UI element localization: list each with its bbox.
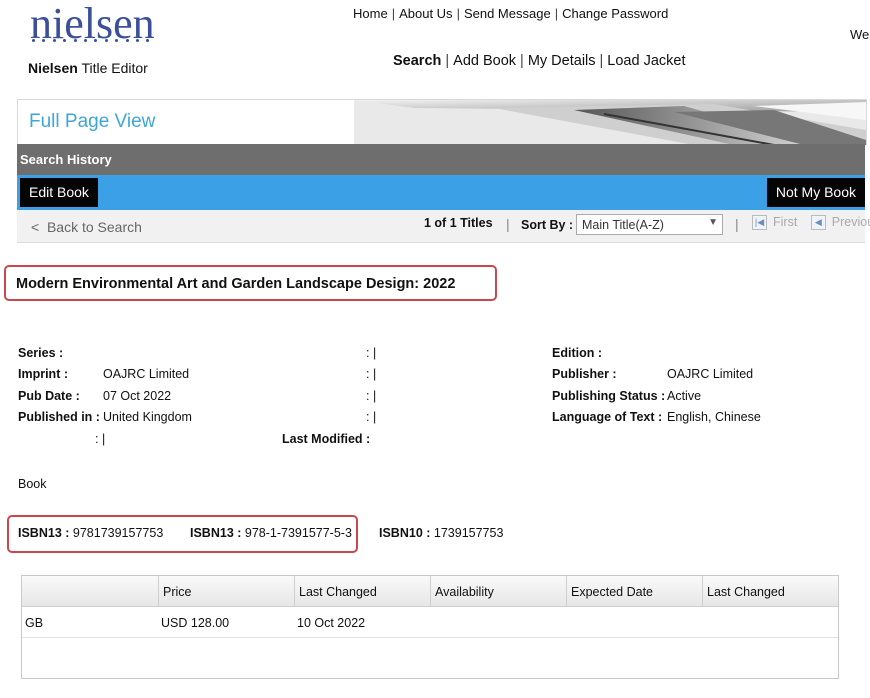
field-separator: : | [366,367,377,381]
imprint-value: OAJRC Limited [103,367,190,381]
nav-send-message-link[interactable]: Send Message [464,6,551,21]
chevron-left-icon: < [31,219,40,235]
nav-home-link[interactable]: Home [353,6,388,21]
pagination: |◀ First ◀ Previou [752,215,870,231]
publishing-status-label: Publishing Status : [552,389,666,403]
pub-date-value: 07 Oct 2022 [103,389,172,403]
table-cell-last-changed: 10 Oct 2022 [297,616,366,630]
action-bar: Edit Book Not My Book [17,175,865,210]
back-to-search-link[interactable]: < Back to Search [31,219,142,235]
nav-about-link[interactable]: About Us [399,6,452,21]
app-title: Nielsen Title Editor [28,60,148,76]
nav-change-password-link[interactable]: Change Password [562,6,668,21]
nav-my-details-link[interactable]: My Details [528,53,596,69]
publishing-status-value: Active [667,389,702,403]
published-in-value: United Kingdom [103,410,192,424]
isbn10-field: ISBN10 : 1739157753 [379,526,504,540]
edit-book-button[interactable]: Edit Book [20,178,98,207]
results-toolbar: < Back to Search 1 of 1 Titles | Sort By… [17,210,870,243]
nav-load-jacket-link[interactable]: Load Jacket [607,53,685,69]
book-title-highlight: Modern Environmental Art and Garden Land… [4,265,497,301]
published-in-label: Published in : [18,410,100,424]
column-header-expected-date[interactable]: Expected Date [571,585,653,599]
divider: | [735,216,739,232]
series-label: Series : [18,346,64,360]
previous-page-icon: ◀ [810,215,826,231]
divider: | [506,216,510,232]
book-title: Modern Environmental Art and Garden Land… [16,276,456,292]
sort-by-label: Sort By : [521,218,574,232]
language-value: English, Chinese [667,410,761,424]
top-nav: Home | About Us | Send Message | Change Passwo… [353,6,669,21]
sort-select[interactable]: Main Title(A-Z) ▼ [576,214,723,235]
nav-add-book-link[interactable]: Add Book [453,53,516,69]
welcome-text: We [850,27,870,42]
last-modified-label: Last Modified : [282,432,371,446]
main-nav: Search | Add Book | My Details | Load Jacket [393,53,686,69]
table-cell-price: USD 128.00 [161,616,230,630]
field-separator: : | [366,346,377,360]
books-banner-image [354,100,866,145]
price-table: Price Last Changed Availability Expected… [21,575,839,679]
publisher-value: OAJRC Limited [667,367,754,381]
search-history-bar[interactable]: Search History [17,144,865,175]
first-page-icon: |◀ [752,215,767,231]
page-title: Full Page View [29,111,156,132]
book-format: Book [18,477,47,491]
isbn13-field: ISBN13 : 9781739157753 [18,526,164,540]
not-my-book-button[interactable]: Not My Book [766,178,865,207]
column-header-price[interactable]: Price [163,585,191,599]
nav-search-link[interactable]: Search [393,53,441,69]
isbn13-hyphenated-field: ISBN13 : 978-1-7391577-5-3 [190,526,352,540]
table-cell-market: GB [25,616,44,630]
logo-dots [32,39,150,42]
edition-label: Edition : [552,346,602,360]
column-header-last-changed-2[interactable]: Last Changed [707,585,785,599]
table-header: Price Last Changed Availability Expected… [22,576,838,607]
column-header-availability[interactable]: Availability [435,585,494,599]
column-header-last-changed[interactable]: Last Changed [299,585,377,599]
results-count: 1 of 1 Titles [424,216,493,230]
field-separator: : | [366,389,377,403]
field-separator: : | [95,432,106,446]
chevron-down-icon: ▼ [708,217,718,228]
pub-date-label: Pub Date : [18,389,80,403]
page-banner: Full Page View [17,99,867,145]
first-page-button[interactable]: |◀ First [752,215,797,231]
publisher-label: Publisher : [552,367,617,381]
field-separator: : | [366,410,377,424]
imprint-label: Imprint : [18,367,68,381]
language-label: Language of Text : [552,410,663,424]
previous-page-button[interactable]: ◀ Previou [810,215,870,231]
